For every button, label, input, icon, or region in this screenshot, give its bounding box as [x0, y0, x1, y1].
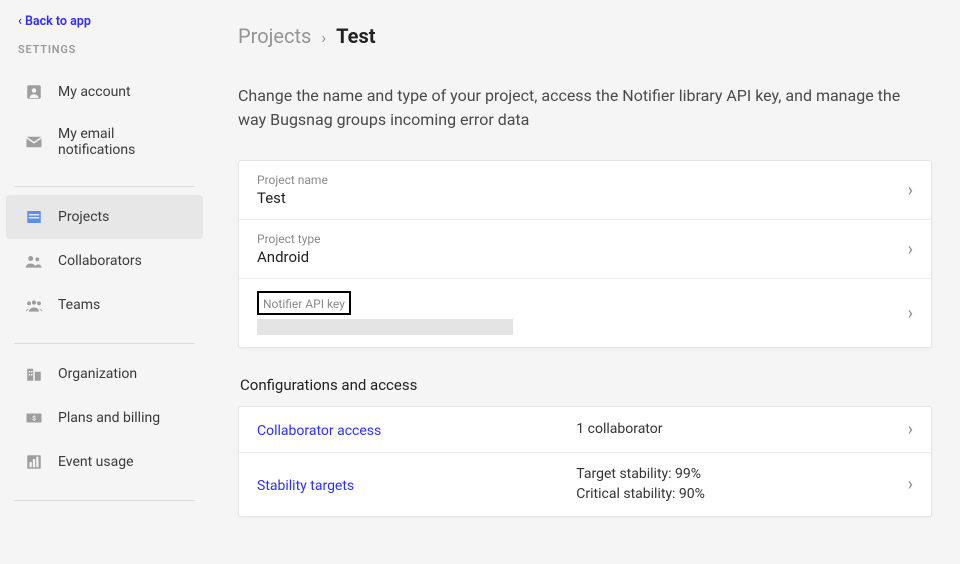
sidebar-item-label: Event usage: [58, 454, 185, 470]
chevron-right-icon: ›: [321, 28, 326, 47]
sidebar-item-email-notifications[interactable]: My email notifications: [6, 114, 203, 170]
field-value: Test: [257, 189, 896, 207]
configurations-section-title: Configurations and access: [240, 376, 932, 394]
stability-critical-value: Critical stability: 90%: [576, 485, 895, 505]
breadcrumb-root[interactable]: Projects: [238, 24, 311, 48]
sidebar-item-my-account[interactable]: My account: [6, 70, 203, 114]
sidebar-item-label: My account: [58, 84, 185, 100]
organization-icon: [24, 364, 44, 384]
sidebar-item-projects[interactable]: Projects: [6, 195, 203, 239]
field-label: Project name: [257, 173, 896, 187]
svg-text:$: $: [32, 414, 36, 422]
chevron-right-icon: ›: [908, 239, 913, 260]
back-to-app-link[interactable]: ‹ Back to app: [0, 14, 209, 43]
breadcrumb: Projects › Test: [238, 24, 932, 48]
settings-sidebar: ‹ Back to app SETTINGS My account My ema…: [0, 0, 210, 564]
chevron-right-icon: ›: [908, 419, 913, 440]
notifier-api-key-label-highlight: Notifier API key: [257, 291, 351, 315]
mail-icon: [24, 132, 44, 152]
chevron-right-icon: ›: [908, 303, 913, 324]
breadcrumb-current: Test: [336, 24, 375, 48]
row-link: Stability targets: [257, 478, 354, 494]
projects-icon: [24, 207, 44, 227]
sidebar-item-event-usage[interactable]: Event usage: [6, 440, 203, 484]
usage-icon: [24, 452, 44, 472]
sidebar-item-label: Collaborators: [58, 253, 185, 269]
chevron-right-icon: ›: [908, 474, 913, 495]
stability-target-value: Target stability: 99%: [576, 465, 895, 485]
sidebar-item-teams[interactable]: Teams: [6, 283, 203, 327]
stability-targets-row[interactable]: Stability targets Target stability: 99% …: [239, 453, 931, 516]
settings-label: SETTINGS: [0, 43, 209, 70]
notifier-api-key-row[interactable]: Notifier API key ›: [239, 279, 931, 347]
project-type-row[interactable]: Project type Android ›: [239, 220, 931, 279]
chevron-right-icon: ›: [908, 180, 913, 201]
project-name-row[interactable]: Project name Test ›: [239, 161, 931, 220]
sidebar-item-label: My email notifications: [58, 126, 185, 158]
row-value: 1 collaborator: [576, 420, 895, 440]
collaborator-access-row[interactable]: Collaborator access 1 collaborator ›: [239, 407, 931, 453]
sidebar-divider: [14, 186, 195, 187]
sidebar-item-label: Teams: [58, 297, 185, 313]
main-content: Projects › Test Change the name and type…: [210, 0, 960, 564]
billing-icon: $: [24, 408, 44, 428]
teams-icon: [24, 295, 44, 315]
sidebar-item-label: Plans and billing: [58, 410, 185, 426]
project-settings-list: Project name Test › Project type Android…: [238, 160, 932, 348]
row-link: Collaborator access: [257, 423, 381, 439]
sidebar-divider: [14, 343, 195, 344]
sidebar-item-label: Organization: [58, 366, 185, 382]
field-label: Project type: [257, 232, 896, 246]
account-icon: [24, 82, 44, 102]
sidebar-item-collaborators[interactable]: Collaborators: [6, 239, 203, 283]
sidebar-item-label: Projects: [58, 209, 185, 225]
field-value: Android: [257, 248, 896, 266]
collaborators-icon: [24, 251, 44, 271]
field-label: Notifier API key: [263, 297, 345, 311]
page-description: Change the name and type of your project…: [238, 84, 928, 132]
sidebar-divider: [14, 500, 195, 501]
sidebar-item-plans-billing[interactable]: $ Plans and billing: [6, 396, 203, 440]
sidebar-item-organization[interactable]: Organization: [6, 352, 203, 396]
api-key-redacted-value: [257, 319, 513, 335]
configurations-list: Collaborator access 1 collaborator › Sta…: [238, 406, 932, 517]
